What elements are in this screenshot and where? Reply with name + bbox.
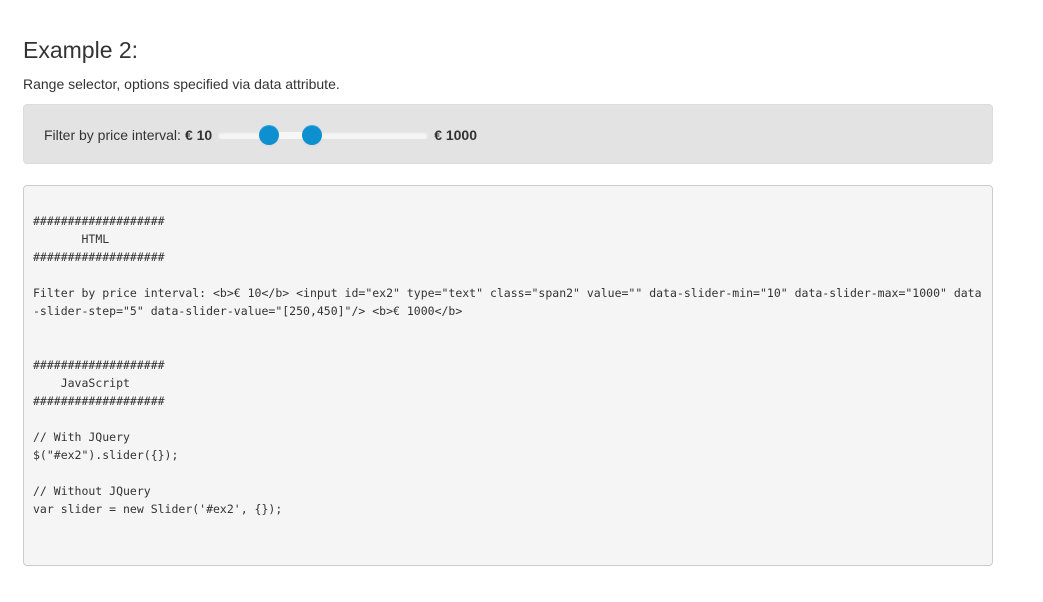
example-description: Range selector, options specified via da…	[23, 76, 340, 92]
slider-max-handle[interactable]	[301, 125, 322, 145]
example-title: Example 2:	[23, 37, 139, 63]
max-price-label: € 1000	[434, 127, 478, 143]
filter-label: Filter by price interval:	[44, 127, 181, 143]
code-sample: ################### HTML ###############…	[23, 185, 993, 566]
slider-min-handle[interactable]	[259, 125, 280, 145]
demo-well: Filter by price interval: € 10 € 1000	[23, 104, 993, 164]
price-filter-row: Filter by price interval: € 10 € 1000	[44, 125, 477, 145]
slider-track[interactable]	[218, 132, 429, 139]
price-range-slider[interactable]	[218, 125, 429, 145]
min-price-label: € 10	[184, 127, 213, 143]
